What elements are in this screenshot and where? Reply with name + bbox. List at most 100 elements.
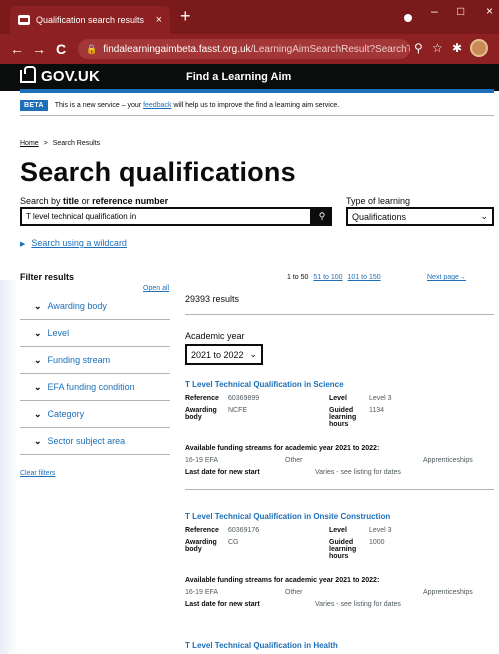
triangle-right-icon: ▶	[20, 241, 26, 248]
govuk-favicon-icon	[18, 15, 30, 25]
level-value: Level 3	[369, 395, 392, 402]
address-bar[interactable]: 🔒 findalearningaimbeta.fasst.org.uk/Lear…	[78, 39, 410, 59]
academic-year-value: 2021 to 2022	[191, 349, 244, 360]
minimize-button[interactable]: –	[431, 4, 438, 18]
arrow-right-icon: →	[458, 274, 466, 281]
academic-year-select[interactable]: 2021 to 2022 ⌄	[185, 344, 263, 365]
filter-results-heading: Filter results	[20, 272, 75, 282]
bookmark-star-icon[interactable]: ☆	[432, 41, 443, 55]
chevron-down-icon: ⌄	[34, 408, 42, 419]
profile-avatar[interactable]	[470, 39, 488, 57]
phase-text-after: will help us to improve the find a learn…	[173, 102, 340, 109]
reference-value: 60369899	[228, 395, 260, 402]
last-date-label: Last date for new start	[185, 601, 260, 608]
feedback-link[interactable]: feedback	[143, 102, 171, 109]
filter-label: Awarding body	[47, 301, 107, 311]
page-title: Search qualifications	[20, 157, 296, 187]
awarding-body-value: CG	[228, 539, 239, 546]
filter-sector-subject-area[interactable]: ⌄ Sector subject area	[20, 428, 170, 455]
chevron-down-icon: ⌄	[34, 381, 42, 392]
tab-close-button[interactable]: ×	[156, 14, 162, 26]
reload-icon[interactable]: C	[50, 41, 72, 57]
results-count: 29393 results	[185, 294, 240, 304]
funding-stream: Apprenticeships	[423, 457, 473, 464]
result-title-link[interactable]: T Level Technical Qualification in Healt…	[185, 641, 494, 650]
next-page-link[interactable]: Next page→	[427, 274, 466, 281]
filter-label: Sector subject area	[47, 436, 126, 446]
funding-stream: Other	[285, 589, 303, 596]
search-label-or: or	[81, 196, 90, 206]
next-page-label: Next page	[427, 274, 459, 281]
filter-label: EFA funding condition	[47, 382, 135, 392]
search-label-ref: reference number	[92, 196, 169, 206]
type-of-learning-label: Type of learning	[346, 196, 411, 206]
chevron-down-icon: ⌄	[249, 349, 257, 359]
url-host: findalearningaimbeta.fasst.org.uk	[103, 43, 251, 55]
pagination-link[interactable]: 51 to 100	[313, 274, 342, 281]
filter-label: Level	[47, 328, 70, 338]
pagination-link[interactable]: 101 to 150	[348, 274, 381, 281]
filter-awarding-body[interactable]: ⌄ Awarding body	[20, 293, 170, 320]
maximize-button[interactable]: □	[457, 4, 464, 18]
filter-funding-stream[interactable]: ⌄ Funding stream	[20, 347, 170, 374]
clear-filters-link[interactable]: Clear filters	[20, 470, 55, 477]
breadcrumb-separator-icon: >	[43, 140, 48, 147]
forward-icon[interactable]: →	[28, 41, 50, 57]
open-all-link[interactable]: Open all	[143, 285, 169, 292]
last-date-value: Varies - see listing for dates	[315, 601, 401, 608]
govuk-header: GOV.UK Find a Learning Aim	[0, 64, 499, 91]
chevron-down-icon: ⌄	[34, 300, 42, 311]
academic-year-label: Academic year	[185, 331, 245, 341]
reference-label: Reference	[185, 395, 219, 402]
url-path: /LearningAimSearchResult?SearchTer...	[250, 43, 410, 55]
type-of-learning-select[interactable]: Qualifications ⌄	[346, 207, 494, 226]
phase-text-before: This is a new service – your	[54, 102, 142, 109]
divider	[185, 489, 494, 490]
result-title-link[interactable]: T Level Technical Qualification in Scien…	[185, 380, 494, 389]
browser-tab[interactable]: Qualification search results ×	[10, 6, 170, 34]
type-of-learning-value: Qualifications	[352, 211, 407, 222]
header-rule	[20, 89, 494, 93]
wildcard-search-toggle[interactable]: ▶ Search using a wildcard	[20, 238, 127, 248]
browser-toolbar: ← → C 🔒 findalearningaimbeta.fasst.org.u…	[0, 34, 499, 64]
crown-icon	[20, 66, 36, 83]
filter-efa-funding-condition[interactable]: ⌄ EFA funding condition	[20, 374, 170, 401]
pagination: 1 to 50 51 to 100 101 to 150	[287, 274, 381, 281]
zoom-icon[interactable]: ⚲	[414, 41, 423, 55]
recording-indicator-icon	[404, 14, 412, 22]
glh-label: Guided learning hours	[329, 407, 357, 428]
result-title-link[interactable]: T Level Technical Qualification in Onsit…	[185, 512, 494, 521]
new-tab-button[interactable]: +	[180, 6, 191, 26]
phase-banner: BETA This is a new service – your feedba…	[20, 96, 494, 116]
awarding-body-label: Awarding body	[185, 407, 217, 421]
wildcard-link[interactable]: Search using a wildcard	[31, 238, 127, 248]
search-icon: ⚲	[318, 211, 326, 221]
filter-category[interactable]: ⌄ Category	[20, 401, 170, 428]
service-name[interactable]: Find a Learning Aim	[186, 71, 291, 83]
search-label-prefix: Search by	[20, 196, 61, 206]
search-button[interactable]: ⚲	[312, 207, 332, 226]
filter-label: Funding stream	[47, 355, 111, 365]
breadcrumb-current: Search Results	[52, 140, 101, 147]
lock-icon: 🔒	[86, 43, 98, 54]
awarding-body-value: NCFE	[228, 407, 248, 414]
funding-stream: 16-19 EFA	[185, 589, 219, 596]
filter-level[interactable]: ⌄ Level	[20, 320, 170, 347]
left-edge-shadow	[0, 280, 18, 654]
tab-title: Qualification search results	[36, 15, 145, 25]
result-card: T Level Technical Qualification in Scien…	[185, 380, 494, 490]
glh-value: 1134	[369, 407, 385, 414]
extensions-icon[interactable]: ✱	[452, 41, 462, 55]
last-date-value: Varies - see listing for dates	[315, 469, 401, 476]
glh-label: Guided learning hours	[329, 539, 357, 560]
chevron-down-icon: ⌄	[34, 327, 42, 338]
window-close-button[interactable]: ×	[486, 4, 493, 18]
search-input[interactable]	[20, 207, 312, 226]
govuk-logo[interactable]: GOV.UK	[41, 68, 100, 85]
reference-value: 60369176	[228, 527, 260, 534]
level-label: Level	[329, 395, 347, 402]
back-icon[interactable]: ←	[6, 41, 28, 57]
breadcrumb-home-link[interactable]: Home	[20, 140, 39, 147]
filter-accordion: ⌄ Awarding body ⌄ Level ⌄ Funding stream ⌄ E…	[20, 293, 170, 455]
chevron-down-icon: ⌄	[34, 354, 42, 365]
